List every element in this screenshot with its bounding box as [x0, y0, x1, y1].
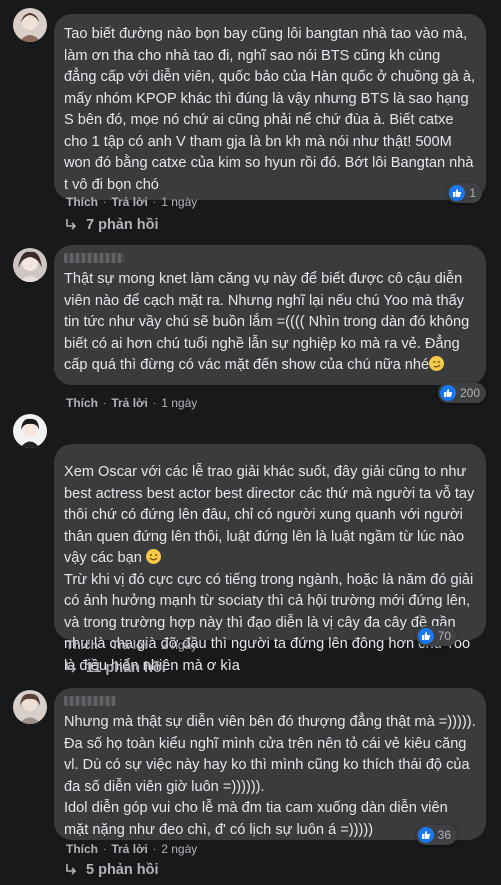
avatar[interactable] [13, 8, 47, 42]
like-button[interactable]: Thích [66, 638, 98, 652]
comment-bubble: Xem Oscar với các lễ trao giải khác suốt… [54, 444, 486, 674]
reply-button[interactable]: Trả lời [111, 195, 148, 209]
replies-count: 11 phản hồi [86, 660, 166, 676]
blurred-author-name [64, 253, 124, 263]
reply-button[interactable]: Trả lời [111, 842, 148, 856]
comment-actions: Thích · Trả lời · 2 ngày [66, 638, 198, 652]
like-icon [449, 185, 466, 201]
comment-actions: Thích · Trả lời · 1 ngày [66, 396, 198, 410]
comment-actions: Thích · Trả lời · 1 ngày [66, 195, 198, 209]
comment-text: Nhưng mà thật sự diễn viên bên đó thượng… [64, 714, 476, 795]
timestamp[interactable]: 1 ngày [161, 195, 197, 209]
reaction-count: 200 [459, 386, 480, 400]
view-replies-link[interactable]: 11 phản hồi [64, 660, 166, 676]
comment-bubble: Tao biết đường nào bọn bay cũng lôi bang… [54, 14, 486, 200]
blurred-author-name [64, 696, 116, 706]
like-icon [417, 628, 434, 644]
reaction-summary[interactable]: 70 [415, 626, 457, 646]
smirk-emoji [429, 356, 445, 371]
smile-emoji [145, 549, 161, 564]
reaction-summary[interactable]: 1 [447, 183, 482, 203]
view-replies-link[interactable]: 5 phản hồi [64, 862, 159, 878]
reaction-count: 1 [469, 186, 476, 200]
comment-text-2: Idol diễn góp vui cho lễ mà đm tia cam x… [64, 800, 448, 838]
replies-count: 5 phản hồi [86, 862, 159, 878]
replies-count: 7 phản hồi [86, 217, 159, 233]
comment-bubble: Nhưng mà thật sự diễn viên bên đó thượng… [54, 688, 486, 840]
comment-text: Xem Oscar với các lễ trao giải khác suốt… [64, 464, 475, 566]
comment-text: Tao biết đường nào bọn bay cũng lôi bang… [64, 26, 476, 193]
reply-arrow-icon [66, 662, 77, 673]
view-replies-link[interactable]: 7 phản hồi [64, 217, 159, 233]
timestamp[interactable]: 2 ngày [161, 842, 197, 856]
reaction-summary[interactable]: 36 [415, 825, 457, 845]
timestamp[interactable]: 1 ngày [161, 396, 197, 410]
like-button[interactable]: Thích [66, 396, 98, 410]
reaction-count: 36 [437, 828, 451, 842]
reply-button[interactable]: Trả lời [111, 638, 148, 652]
like-icon [439, 385, 456, 401]
like-button[interactable]: Thích [66, 842, 98, 856]
reply-arrow-icon [66, 219, 77, 230]
avatar[interactable] [13, 690, 47, 724]
reply-button[interactable]: Trả lời [111, 396, 148, 410]
avatar[interactable] [13, 414, 47, 448]
reply-arrow-icon [66, 864, 77, 875]
reaction-count: 70 [437, 629, 451, 643]
avatar[interactable] [13, 248, 47, 282]
timestamp[interactable]: 2 ngày [161, 638, 197, 652]
comment-actions: Thích · Trả lời · 2 ngày [66, 842, 198, 856]
comment-text: Thật sự mong knet làm căng vụ này để biế… [64, 271, 470, 373]
comment-bubble: Thật sự mong knet làm căng vụ này để biế… [54, 245, 486, 385]
reaction-summary[interactable]: 200 [437, 383, 486, 403]
like-icon [417, 827, 434, 843]
like-button[interactable]: Thích [66, 195, 98, 209]
